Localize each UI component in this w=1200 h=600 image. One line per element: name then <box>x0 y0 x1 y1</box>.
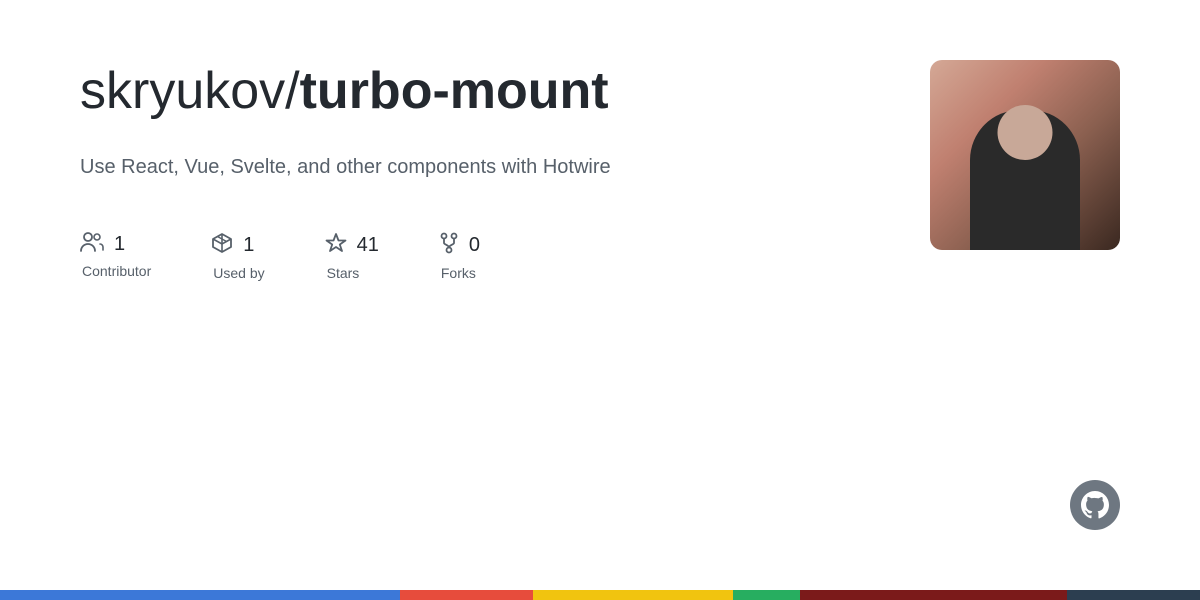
repo-title: skryukov/turbo-mount <box>80 60 780 122</box>
forks-count: 0 <box>469 234 480 257</box>
star-icon <box>325 232 347 259</box>
bar-green <box>733 590 800 600</box>
stars-count: 41 <box>357 234 379 257</box>
bar-dark-gray <box>1067 590 1200 600</box>
repo-name: turbo-mount <box>300 62 609 120</box>
stat-stars[interactable]: 41 Stars <box>325 232 379 281</box>
main-container: skryukov/turbo-mount Use React, Vue, Sve… <box>0 0 1200 540</box>
used-by-label: Used by <box>211 265 264 281</box>
bar-red <box>400 590 533 600</box>
forks-label: Forks <box>439 265 476 281</box>
content-row: skryukov/turbo-mount Use React, Vue, Sve… <box>80 60 1120 281</box>
package-icon <box>211 232 233 259</box>
stat-used-by[interactable]: 1 Used by <box>211 232 264 281</box>
octocat-icon[interactable] <box>1070 480 1120 530</box>
contributors-label: Contributor <box>80 263 151 279</box>
github-icon-container[interactable] <box>1070 480 1120 530</box>
left-section: skryukov/turbo-mount Use React, Vue, Sve… <box>80 60 780 281</box>
stat-forks[interactable]: 0 Forks <box>439 232 480 281</box>
bar-blue <box>0 590 400 600</box>
avatar-section <box>930 60 1120 250</box>
bar-yellow <box>533 590 733 600</box>
stats-row: 1 Contributor <box>80 232 780 281</box>
bottom-bar <box>0 590 1200 600</box>
stars-label: Stars <box>325 265 360 281</box>
stat-contributors[interactable]: 1 Contributor <box>80 232 151 279</box>
repo-username: skryukov/ <box>80 62 300 120</box>
people-icon <box>80 232 104 257</box>
bar-dark-red <box>800 590 1067 600</box>
repo-description: Use React, Vue, Svelte, and other compon… <box>80 152 780 182</box>
fork-icon <box>439 232 459 259</box>
used-by-count: 1 <box>243 234 254 257</box>
avatar <box>930 60 1120 250</box>
contributors-count: 1 <box>114 233 125 256</box>
